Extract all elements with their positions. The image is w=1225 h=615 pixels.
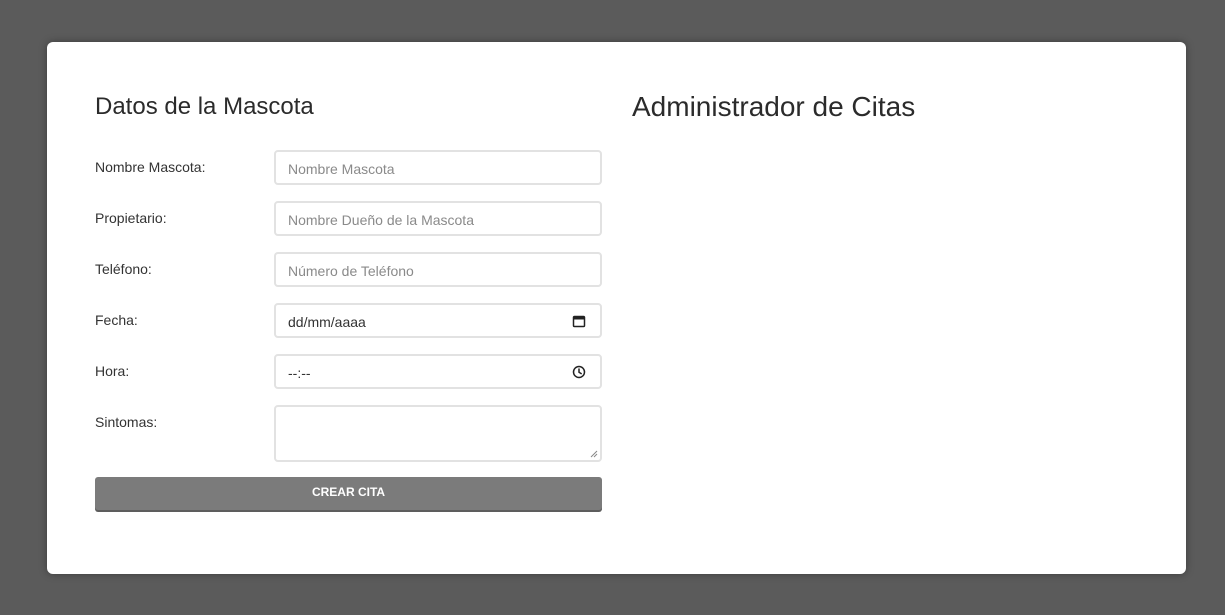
date-input[interactable]: dd/mm/aaaa	[274, 303, 602, 338]
time-row: Hora: --:--	[95, 354, 602, 389]
date-label: Fecha:	[95, 312, 138, 328]
clock-icon[interactable]	[572, 365, 586, 379]
time-label: Hora:	[95, 363, 130, 379]
owner-label: Propietario:	[95, 210, 167, 226]
admin-title: Administrador de Citas	[632, 91, 916, 122]
symptoms-row: Sintomas:	[95, 405, 602, 462]
pet-name-input[interactable]: Nombre Mascota	[274, 150, 602, 185]
form-title: Datos de la Mascota	[95, 93, 314, 120]
time-value: --:--	[288, 365, 311, 381]
owner-row: Propietario: Nombre Dueño de la Mascota	[95, 201, 602, 236]
time-input[interactable]: --:--	[274, 354, 602, 389]
owner-input[interactable]: Nombre Dueño de la Mascota	[274, 201, 602, 236]
main-card: Datos de la Mascota Administrador de Cit…	[47, 42, 1186, 574]
create-appointment-button[interactable]: CREAR CITA	[95, 477, 602, 510]
phone-label: Teléfono:	[95, 261, 152, 277]
owner-placeholder: Nombre Dueño de la Mascota	[288, 212, 474, 228]
symptoms-textarea[interactable]	[274, 405, 602, 462]
phone-placeholder: Número de Teléfono	[288, 263, 414, 279]
calendar-icon[interactable]	[572, 314, 586, 328]
phone-row: Teléfono: Número de Teléfono	[95, 252, 602, 287]
pet-name-label: Nombre Mascota:	[95, 159, 206, 175]
date-value: dd/mm/aaaa	[288, 314, 366, 330]
pet-name-row: Nombre Mascota: Nombre Mascota	[95, 150, 602, 185]
pet-name-placeholder: Nombre Mascota	[288, 161, 395, 177]
phone-input[interactable]: Número de Teléfono	[274, 252, 602, 287]
symptoms-label: Sintomas:	[95, 414, 158, 430]
date-row: Fecha: dd/mm/aaaa	[95, 303, 602, 338]
resize-grip-icon[interactable]	[590, 450, 598, 458]
